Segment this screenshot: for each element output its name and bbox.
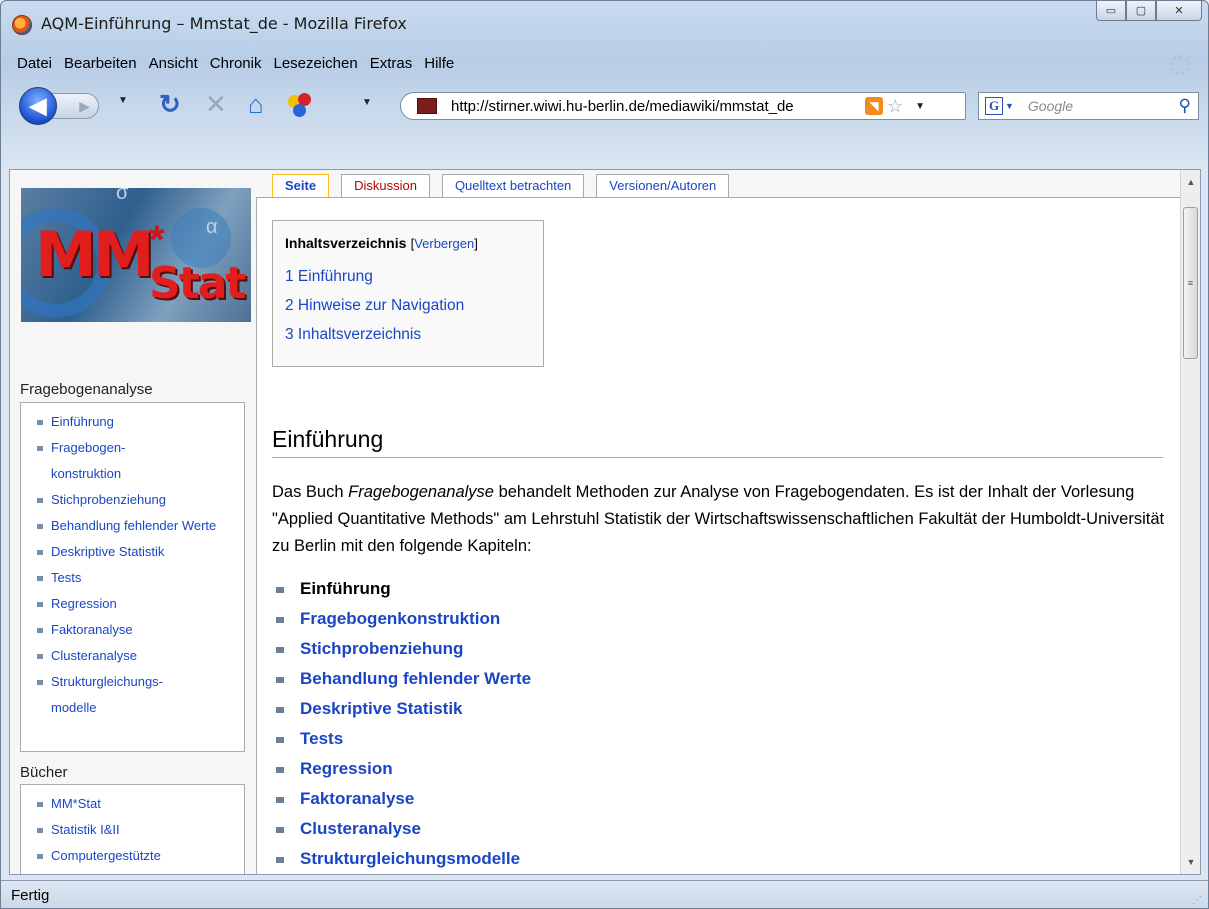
page-viewport: σ α MM * Stat Fragebogenanalyse Einführu… bbox=[9, 169, 1201, 875]
status-text: Fertig bbox=[11, 887, 50, 904]
toc-item-inhaltsverzeichnis[interactable]: 3 Inhaltsverzeichnis bbox=[285, 320, 531, 349]
search-icon[interactable]: ⚲ bbox=[1179, 96, 1191, 116]
menu-hilfe[interactable]: Hilfe bbox=[424, 55, 454, 72]
tab-diskussion[interactable]: Diskussion bbox=[341, 174, 430, 197]
reload-icon[interactable]: ↻ bbox=[159, 91, 181, 117]
sidebar-item-einfuehrung[interactable]: Einführung bbox=[37, 409, 238, 435]
window-controls: ▭ ▢ ✕ bbox=[1096, 1, 1202, 21]
chapter-item-einfuehrung: Einführung bbox=[272, 574, 531, 604]
vertical-scrollbar[interactable]: ▲ ≡ ▼ bbox=[1180, 170, 1200, 874]
search-bar[interactable]: G ▼ Google ⚲ bbox=[978, 92, 1199, 120]
menu-ansicht[interactable]: Ansicht bbox=[149, 55, 198, 72]
menu-bar: Datei Bearbeiten Ansicht Chronik Lesezei… bbox=[17, 55, 454, 72]
toc-hide-link[interactable]: Verbergen bbox=[414, 236, 474, 251]
firefox-icon bbox=[12, 15, 32, 35]
sidebar-heading-fragebogenanalyse: Fragebogenanalyse bbox=[20, 381, 153, 398]
tab-versionen[interactable]: Versionen/Autoren bbox=[596, 174, 730, 197]
maximize-icon: ▢ bbox=[1135, 5, 1147, 17]
toc-item-hinweise[interactable]: 2 Hinweise zur Navigation bbox=[285, 291, 531, 320]
chapter-link-tests[interactable]: Tests bbox=[272, 724, 531, 754]
sidebar-heading-buecher: Bücher bbox=[20, 764, 68, 781]
sidebar-item-deskriptive-statistik[interactable]: Deskriptive Statistik bbox=[37, 539, 238, 565]
home-icon[interactable]: ⌂ bbox=[248, 91, 264, 117]
chapter-list: Einführung Fragebogenkonstruktion Stichp… bbox=[272, 574, 531, 874]
search-input[interactable]: Google bbox=[1028, 98, 1179, 114]
sidebar-portlet-fragebogenanalyse: Einführung Fragebogen- konstruktion Stic… bbox=[20, 402, 245, 752]
sidebar-item-computergestuetzte[interactable]: Computergestützte bbox=[37, 843, 238, 869]
close-icon: ✕ bbox=[1174, 5, 1184, 17]
sidebar-portlet-buecher: MM*Stat Statistik I&II Computergestützte bbox=[20, 784, 245, 874]
browser-window: AQM-Einführung – Mmstat_de - Mozilla Fir… bbox=[0, 0, 1209, 909]
toc-title: Inhaltsverzeichnis bbox=[285, 235, 407, 251]
forward-button[interactable]: ▶ bbox=[51, 93, 99, 119]
menu-lesezeichen[interactable]: Lesezeichen bbox=[273, 55, 357, 72]
sidebar-item-faktoranalyse[interactable]: Faktoranalyse bbox=[37, 617, 238, 643]
site-logo[interactable]: σ α MM * Stat bbox=[21, 188, 251, 322]
sidebar-item-clusteranalyse[interactable]: Clusteranalyse bbox=[37, 643, 238, 669]
scroll-thumb[interactable]: ≡ bbox=[1183, 207, 1198, 359]
intro-paragraph: Das Buch Fragebogenanalyse behandelt Met… bbox=[272, 483, 1165, 555]
history-dropdown-icon[interactable]: ▼ bbox=[118, 95, 128, 106]
tab-quelltext[interactable]: Quelltext betrachten bbox=[441, 174, 585, 197]
title-bar[interactable]: AQM-Einführung – Mmstat_de - Mozilla Fir… bbox=[1, 1, 1208, 47]
search-engine-icon[interactable]: G bbox=[985, 97, 1003, 115]
chapter-link-regression[interactable]: Regression bbox=[272, 754, 531, 784]
close-button[interactable]: ✕ bbox=[1156, 1, 1202, 21]
chapter-link-faktoranalyse[interactable]: Faktoranalyse bbox=[272, 784, 531, 814]
back-icon: ◀ bbox=[29, 93, 47, 118]
table-of-contents: Inhaltsverzeichnis [Verbergen] 1 Einführ… bbox=[272, 220, 544, 367]
minimize-icon: ▭ bbox=[1105, 5, 1117, 17]
toc-toggle: [Verbergen] bbox=[410, 236, 478, 251]
url-dropdown-icon[interactable]: ▼ bbox=[915, 101, 925, 112]
menu-datei[interactable]: Datei bbox=[17, 55, 52, 72]
minimize-button[interactable]: ▭ bbox=[1096, 1, 1126, 21]
status-bar: Fertig ⋰ bbox=[1, 880, 1208, 908]
article-content: Inhaltsverzeichnis [Verbergen] 1 Einführ… bbox=[256, 197, 1180, 874]
rss-icon[interactable]: ◥ bbox=[865, 97, 883, 115]
page-tabs: Seite Diskussion Quelltext betrachten Ve… bbox=[272, 174, 741, 199]
window-title: AQM-Einführung – Mmstat_de - Mozilla Fir… bbox=[41, 14, 407, 33]
forward-icon: ▶ bbox=[79, 97, 90, 114]
chapter-link-clusteranalyse[interactable]: Clusteranalyse bbox=[272, 814, 531, 844]
url-bar[interactable]: http://stirner.wiwi.hu-berlin.de/mediawi… bbox=[400, 92, 966, 120]
sidebar-item-fragebogenkonstruktion[interactable]: Fragebogen- konstruktion bbox=[37, 435, 238, 487]
chapter-link-stichprobenziehung[interactable]: Stichprobenziehung bbox=[272, 634, 531, 664]
chapter-link-deskriptive-statistik[interactable]: Deskriptive Statistik bbox=[272, 694, 531, 724]
chapter-link-strukturgleichungsmodelle[interactable]: Strukturgleichungsmodelle bbox=[272, 844, 531, 874]
menu-extras[interactable]: Extras bbox=[370, 55, 413, 72]
scroll-up-icon[interactable]: ▲ bbox=[1181, 172, 1200, 192]
sidebar-item-tests[interactable]: Tests bbox=[37, 565, 238, 591]
site-favicon-icon bbox=[417, 98, 437, 114]
url-input[interactable]: http://stirner.wiwi.hu-berlin.de/mediawi… bbox=[451, 98, 861, 115]
scroll-down-icon[interactable]: ▼ bbox=[1181, 852, 1200, 872]
search-engine-dropdown-icon[interactable]: ▼ bbox=[1005, 101, 1014, 111]
navigation-toolbar: ▶ ◀ ▼ ↻ ✕ ⌂ ▼ http://stirner.wiwi.hu-ber… bbox=[1, 83, 1208, 125]
star-icon[interactable]: ☆ bbox=[887, 96, 903, 117]
sidebar-item-strukturgleichungsmodelle[interactable]: Strukturgleichungs- modelle bbox=[37, 669, 238, 721]
stop-icon[interactable]: ✕ bbox=[205, 91, 227, 117]
resize-grip-icon[interactable]: ⋰ bbox=[1192, 895, 1202, 906]
addon-dropdown-icon[interactable]: ▼ bbox=[362, 97, 372, 108]
sidebar-item-mmstat[interactable]: MM*Stat bbox=[37, 791, 238, 817]
chapter-link-fragebogenkonstruktion[interactable]: Fragebogenkonstruktion bbox=[272, 604, 531, 634]
tab-seite[interactable]: Seite bbox=[272, 174, 330, 199]
chapter-link-behandlung-fehlender-werte[interactable]: Behandlung fehlender Werte bbox=[272, 664, 531, 694]
menu-chronik[interactable]: Chronik bbox=[210, 55, 262, 72]
sidebar-item-stichprobenziehung[interactable]: Stichprobenziehung bbox=[37, 487, 238, 513]
menu-bearbeiten[interactable]: Bearbeiten bbox=[64, 55, 137, 72]
maximize-button[interactable]: ▢ bbox=[1126, 1, 1156, 21]
toc-item-einfuehrung[interactable]: 1 Einführung bbox=[285, 262, 531, 291]
section-heading: Einführung bbox=[272, 426, 1163, 458]
sidebar-item-behandlung-fehlender-werte[interactable]: Behandlung fehlender Werte bbox=[37, 513, 238, 539]
throbber-icon bbox=[1170, 55, 1190, 75]
back-button[interactable]: ◀ bbox=[19, 87, 57, 125]
addon-icon[interactable] bbox=[286, 93, 316, 119]
sidebar-item-statistik[interactable]: Statistik I&II bbox=[37, 817, 238, 843]
sidebar-item-regression[interactable]: Regression bbox=[37, 591, 238, 617]
